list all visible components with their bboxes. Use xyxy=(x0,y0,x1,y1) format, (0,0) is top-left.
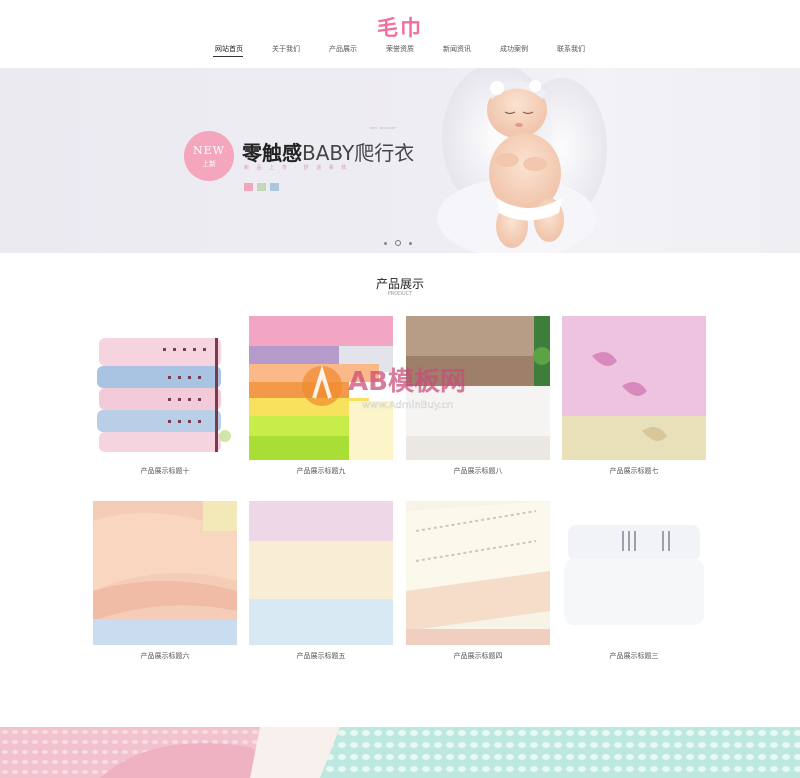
product-caption[interactable]: 产品展示标题八 xyxy=(406,466,550,476)
nav-item-news[interactable]: 新闻资讯 xyxy=(429,44,486,54)
banner-tiny-text: NEW · NEW BABY xyxy=(370,126,396,130)
product-card[interactable]: 产品展示标题四 xyxy=(406,501,550,661)
slide-dot-prev[interactable] xyxy=(384,241,387,245)
product-card[interactable]: 产品展示标题九 xyxy=(249,316,393,476)
nav-item-cases[interactable]: 成功案例 xyxy=(486,44,543,54)
nav-item-home[interactable]: 网站首页 xyxy=(201,44,258,54)
product-caption[interactable]: 产品展示标题三 xyxy=(562,651,706,661)
products-subtitle: PRODUCT xyxy=(387,291,413,297)
product-card[interactable]: 产品展示标题六 xyxy=(93,501,237,661)
nav-item-about[interactable]: 关于我们 xyxy=(258,44,315,54)
site-logo[interactable]: 毛巾 xyxy=(0,12,800,42)
badge-new-label: NEW xyxy=(193,144,225,157)
banner-subline: 新 品 上 市 · 舒 适 柔 软 xyxy=(244,165,350,171)
product-card[interactable]: 产品展示标题八 xyxy=(406,316,550,476)
product-card[interactable]: 产品展示标题十 xyxy=(93,316,237,476)
headline-rest: BABY爬行衣 xyxy=(302,141,415,165)
headline-bold: 零触感 xyxy=(242,141,302,165)
slide-dot-next[interactable] xyxy=(409,241,412,245)
color-swatch-green xyxy=(257,183,266,191)
product-card[interactable]: 产品展示标题三 xyxy=(562,501,706,661)
main-nav: 网站首页 关于我们 产品展示 荣誉资质 新闻资讯 成功案例 联系我们 xyxy=(0,44,800,54)
color-swatch-pink xyxy=(244,183,253,191)
product-image[interactable] xyxy=(93,316,237,460)
product-image[interactable] xyxy=(249,501,393,645)
product-caption[interactable]: 产品展示标题五 xyxy=(249,651,393,661)
product-caption[interactable]: 产品展示标题四 xyxy=(406,651,550,661)
hero-banner[interactable]: NEW 上新 NEW · NEW BABY 零触感BABY爬行衣 新 品 上 市… xyxy=(0,68,800,253)
product-image[interactable] xyxy=(406,316,550,460)
product-image[interactable] xyxy=(249,316,393,460)
banner-pagination[interactable] xyxy=(384,240,412,246)
slide-dot-active[interactable] xyxy=(395,240,401,246)
color-swatch-blue xyxy=(270,183,279,191)
new-badge: NEW 上新 xyxy=(184,131,234,181)
product-caption[interactable]: 产品展示标题十 xyxy=(93,466,237,476)
product-card[interactable]: 产品展示标题五 xyxy=(249,501,393,661)
product-image[interactable] xyxy=(406,501,550,645)
banner-headline: 零触感BABY爬行衣 xyxy=(242,137,414,166)
bottom-feature-image xyxy=(0,727,800,778)
nav-item-contact[interactable]: 联系我们 xyxy=(543,44,600,54)
nav-item-honors[interactable]: 荣誉资质 xyxy=(372,44,429,54)
product-caption[interactable]: 产品展示标题九 xyxy=(249,466,393,476)
logo-text: 毛巾 xyxy=(377,16,423,40)
product-image[interactable] xyxy=(562,501,706,645)
nav-active-underline xyxy=(213,56,243,57)
badge-up-label: 上新 xyxy=(202,160,216,168)
products-title: 产品展示 xyxy=(375,277,424,291)
nav-item-products[interactable]: 产品展示 xyxy=(315,44,372,54)
baby-photo xyxy=(437,68,607,253)
product-caption[interactable]: 产品展示标题六 xyxy=(93,651,237,661)
product-card[interactable]: 产品展示标题七 xyxy=(562,316,706,476)
product-image[interactable] xyxy=(562,316,706,460)
product-image[interactable] xyxy=(93,501,237,645)
product-caption[interactable]: 产品展示标题七 xyxy=(562,466,706,476)
